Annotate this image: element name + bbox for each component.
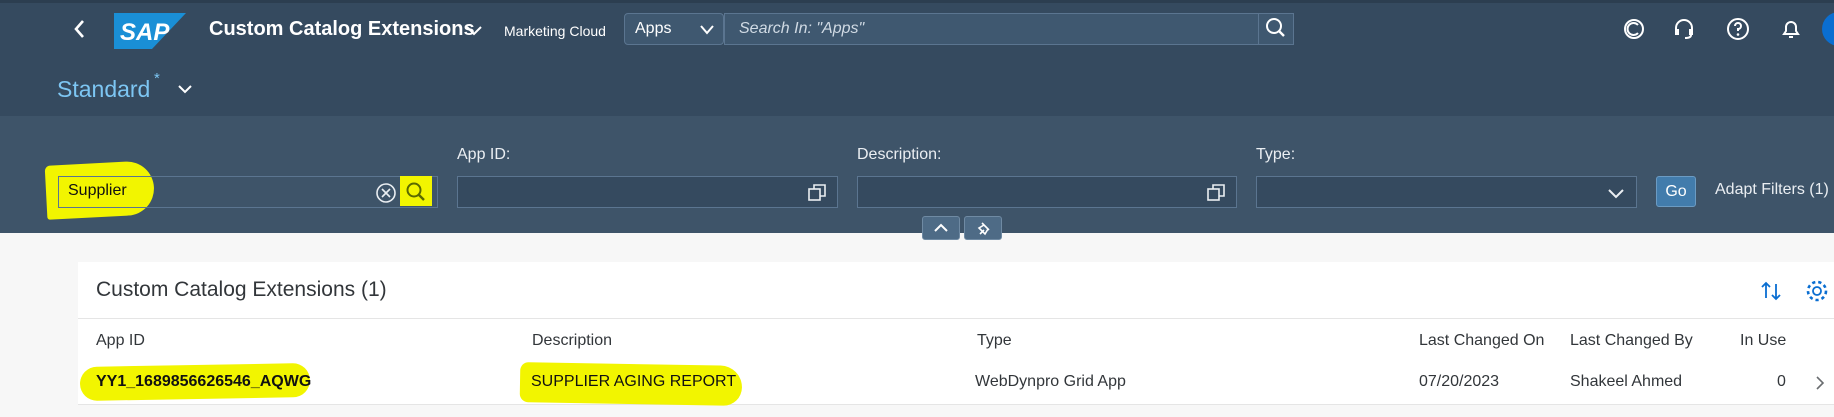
description-input[interactable] [857,176,1237,208]
pin-header-button[interactable] [964,216,1002,240]
shell-search-placeholder: Search In: "Apps" [739,20,865,37]
help-icon [1727,18,1749,40]
gear-icon [1806,280,1828,302]
bell-icon [1782,21,1800,38]
chevron-up-icon [934,223,948,232]
shell-search-input[interactable]: Search In: "Apps" [724,13,1294,45]
adapt-filters-button[interactable]: Adapt Filters (1) [1715,181,1829,199]
app-id-input[interactable] [457,176,838,208]
chevron-down-icon [700,25,714,35]
app-menu-chevron[interactable] [464,20,484,40]
search-icon [406,182,425,201]
search-scope-select[interactable]: Apps [624,13,724,45]
filter-search-value: Supplier [68,182,127,199]
collapse-header-button[interactable] [922,216,960,240]
back-icon [74,20,84,38]
row-navigation[interactable] [1812,373,1828,393]
cell-last-changed-by: Shakeel Ahmed [1570,373,1683,390]
cell-type: WebDynpro Grid App [975,373,1126,390]
column-header-last-changed-by[interactable]: Last Changed By [1570,332,1693,350]
description-label: Description: [857,146,942,163]
type-label: Type: [1256,146,1296,163]
cell-app-id: YY1_1689856626546_AQWG [96,373,312,390]
cell-description: SUPPLIER AGING REPORT [531,373,737,390]
value-help-icon[interactable] [807,183,827,203]
help-button[interactable] [1726,17,1750,41]
chevron-right-icon [1816,376,1825,390]
cell-last-changed-on: 07/20/2023 [1419,373,1500,390]
sort-icon [1761,281,1781,301]
notifications-button[interactable] [1779,17,1803,41]
cell-in-use: 0 [1777,373,1786,390]
svg-text:SAP: SAP [120,19,170,46]
search-scope-value: Apps [635,20,672,37]
column-header-last-changed-on[interactable]: Last Changed On [1419,332,1544,350]
column-header-in-use[interactable]: In Use [1740,332,1786,350]
column-header-description[interactable]: Description [532,332,612,350]
table-title: Custom Catalog Extensions (1) [96,278,387,301]
copilot-icon [1624,19,1644,39]
chevron-down-icon [1608,189,1624,199]
table-settings-button[interactable] [1804,278,1830,304]
column-header-app-id[interactable]: App ID [96,332,145,350]
copilot-button[interactable] [1622,17,1646,41]
chevron-down-icon [178,85,192,94]
variant-modified-marker: * [154,70,160,87]
shell-search-button[interactable] [1258,13,1294,45]
column-header-type[interactable]: Type [977,332,1012,350]
type-select[interactable] [1256,176,1637,208]
filter-bar [0,116,1834,233]
filter-search-button[interactable] [403,179,429,205]
pin-icon [977,222,990,236]
shell-top-line [0,0,1834,3]
support-button[interactable] [1672,17,1696,41]
clear-icon[interactable] [375,182,397,204]
value-help-icon[interactable] [1206,183,1226,203]
page-header [0,58,1834,116]
variant-chevron[interactable] [176,80,194,98]
app-id-label: App ID: [457,146,511,163]
search-icon [1266,18,1285,37]
sap-logo[interactable]: SAP [114,13,186,49]
sort-button[interactable] [1758,278,1784,304]
go-button[interactable]: Go [1656,176,1696,207]
back-button[interactable] [68,14,92,44]
system-label: Marketing Cloud [504,23,606,39]
chevron-down-icon [466,26,482,36]
headset-icon [1675,19,1693,39]
app-title[interactable]: Custom Catalog Extensions [209,18,475,41]
variant-title[interactable]: Standard [57,76,150,103]
